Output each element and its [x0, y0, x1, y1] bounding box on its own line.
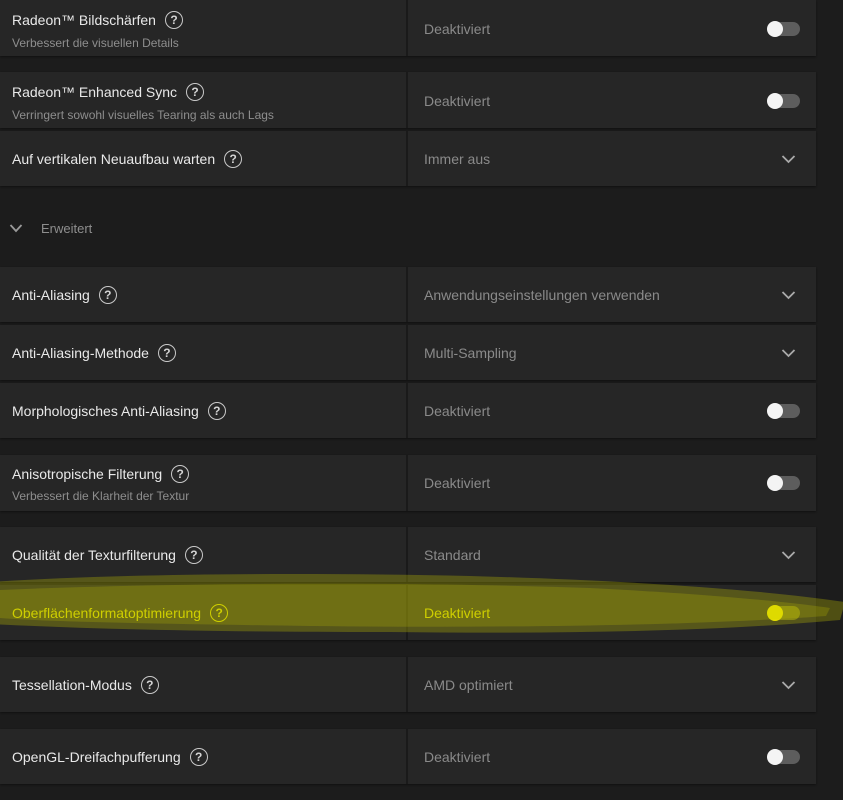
- settings-panel: Radeon™ Bildschärfen ? Verbessert die vi…: [0, 0, 843, 800]
- setting-label-cell: Anti-Aliasing ?: [0, 267, 406, 322]
- toggle-knob: [767, 93, 783, 109]
- setting-value-cell: Deaktiviert: [408, 729, 816, 784]
- dropdown-selected-value: AMD optimiert: [424, 677, 513, 693]
- setting-value-cell: Deaktiviert: [408, 0, 816, 56]
- setting-row-tessellation-mode[interactable]: Tessellation-Modus ? AMD optimiert: [0, 657, 816, 712]
- setting-subtitle: Verbessert die visuellen Details: [12, 36, 179, 50]
- chevron-down-icon[interactable]: [781, 154, 796, 164]
- toggle-switch[interactable]: [767, 605, 800, 621]
- chevron-down-icon[interactable]: [781, 290, 796, 300]
- chevron-down-icon: [9, 224, 23, 233]
- dropdown-selected-value: Standard: [424, 547, 481, 563]
- setting-row-anisotropic-filtering: Anisotropische Filterung ? Verbessert di…: [0, 455, 816, 511]
- setting-value-cell: Deaktiviert: [408, 455, 816, 511]
- dropdown-selected-value: Immer aus: [424, 151, 491, 167]
- help-circle-icon[interactable]: ?: [98, 286, 117, 304]
- help-circle-icon[interactable]: ?: [157, 344, 176, 362]
- toggle-knob: [767, 403, 783, 419]
- setting-label-cell: OpenGL-Dreifachpufferung ?: [0, 729, 406, 784]
- help-circle-icon[interactable]: ?: [224, 150, 243, 168]
- setting-row-anti-aliasing[interactable]: Anti-Aliasing ? Anwendungseinstellungen …: [0, 267, 816, 322]
- setting-subtitle: Verringert sowohl visuelles Tearing als …: [12, 108, 274, 122]
- toggle-knob: [767, 21, 783, 37]
- setting-title: Anti-Aliasing: [12, 287, 90, 303]
- setting-row-texture-filter-quality[interactable]: Qualität der Texturfilterung ? Standard: [0, 527, 816, 582]
- chevron-down-icon[interactable]: [781, 680, 796, 690]
- toggle-switch[interactable]: [767, 21, 800, 37]
- setting-title: Radeon™ Enhanced Sync: [12, 84, 177, 100]
- toggle-switch[interactable]: [767, 475, 800, 491]
- toggle-switch[interactable]: [767, 403, 800, 419]
- setting-row-enhanced-sync: Radeon™ Enhanced Sync ? Verringert sowoh…: [0, 72, 816, 128]
- setting-value: Deaktiviert: [424, 93, 491, 109]
- setting-label-cell: Anisotropische Filterung ? Verbessert di…: [0, 455, 406, 511]
- dropdown-selected-value: Anwendungseinstellungen verwenden: [424, 287, 660, 303]
- setting-value: Deaktiviert: [424, 605, 491, 621]
- setting-subtitle: Verbessert die Klarheit der Textur: [12, 489, 190, 503]
- section-label: Erweitert: [41, 220, 93, 236]
- setting-title: Auf vertikalen Neuaufbau warten: [12, 151, 216, 167]
- setting-dropdown[interactable]: AMD optimiert: [408, 657, 816, 712]
- advanced-section-toggle[interactable]: Erweitert: [0, 212, 300, 244]
- setting-title: Oberflächenformatoptimierung: [12, 605, 202, 621]
- help-circle-icon[interactable]: ?: [164, 11, 183, 29]
- setting-label-cell: Morphologisches Anti-Aliasing ?: [0, 383, 406, 438]
- setting-value: Deaktiviert: [424, 21, 491, 37]
- setting-row-radeon-image-sharpening: Radeon™ Bildschärfen ? Verbessert die vi…: [0, 0, 816, 56]
- setting-title: Qualität der Texturfilterung: [12, 547, 176, 563]
- chevron-down-icon[interactable]: [781, 550, 796, 560]
- setting-value-cell: Deaktiviert: [408, 585, 816, 640]
- setting-title: Tessellation-Modus: [12, 677, 132, 693]
- setting-title: Anti-Aliasing-Methode: [12, 345, 149, 361]
- setting-title: Radeon™ Bildschärfen: [12, 12, 156, 28]
- setting-row-aa-method[interactable]: Anti-Aliasing-Methode ? Multi-Sampling: [0, 325, 816, 380]
- setting-label-cell: Tessellation-Modus ?: [0, 657, 406, 712]
- chevron-down-icon[interactable]: [781, 348, 796, 358]
- setting-label-cell: Qualität der Texturfilterung ?: [0, 527, 406, 582]
- toggle-switch[interactable]: [767, 93, 800, 109]
- setting-label-cell: Auf vertikalen Neuaufbau warten ?: [0, 131, 406, 186]
- help-circle-icon[interactable]: ?: [186, 83, 204, 101]
- setting-title: OpenGL-Dreifachpufferung: [12, 749, 181, 765]
- setting-value: Deaktiviert: [424, 403, 491, 419]
- setting-title: Morphologisches Anti-Aliasing: [12, 403, 199, 419]
- toggle-knob: [767, 475, 783, 491]
- help-circle-icon[interactable]: ?: [171, 465, 190, 483]
- setting-value-cell: Deaktiviert: [408, 383, 816, 438]
- toggle-knob: [767, 749, 783, 765]
- help-circle-icon[interactable]: ?: [207, 402, 226, 420]
- setting-dropdown[interactable]: Immer aus: [408, 131, 816, 186]
- setting-label-cell: Oberflächenformatoptimierung ?: [0, 585, 406, 640]
- help-circle-icon[interactable]: ?: [210, 604, 229, 622]
- setting-dropdown[interactable]: Standard: [408, 527, 816, 582]
- help-circle-icon[interactable]: ?: [189, 748, 208, 766]
- toggle-switch[interactable]: [767, 749, 800, 765]
- setting-value-cell: Deaktiviert: [408, 72, 816, 128]
- help-circle-icon[interactable]: ?: [184, 546, 203, 564]
- setting-label-cell: Radeon™ Enhanced Sync ? Verringert sowoh…: [0, 72, 406, 128]
- help-circle-icon[interactable]: ?: [140, 676, 159, 694]
- setting-title: Anisotropische Filterung: [12, 466, 163, 482]
- toggle-knob: [767, 605, 783, 621]
- setting-dropdown[interactable]: Anwendungseinstellungen verwenden: [408, 267, 816, 322]
- setting-value: Deaktiviert: [424, 749, 491, 765]
- setting-label-cell: Radeon™ Bildschärfen ? Verbessert die vi…: [0, 0, 406, 56]
- setting-row-opengl-triple-buffering: OpenGL-Dreifachpufferung ? Deaktiviert: [0, 729, 816, 784]
- setting-value: Deaktiviert: [424, 475, 491, 491]
- setting-row-vsync[interactable]: Auf vertikalen Neuaufbau warten ? Immer …: [0, 131, 816, 186]
- setting-dropdown[interactable]: Multi-Sampling: [408, 325, 816, 380]
- setting-row-morphological-aa: Morphologisches Anti-Aliasing ? Deaktivi…: [0, 383, 816, 438]
- setting-label-cell: Anti-Aliasing-Methode ?: [0, 325, 406, 380]
- dropdown-selected-value: Multi-Sampling: [424, 345, 517, 361]
- setting-row-surface-format-optimization: Oberflächenformatoptimierung ? Deaktivie…: [0, 585, 816, 640]
